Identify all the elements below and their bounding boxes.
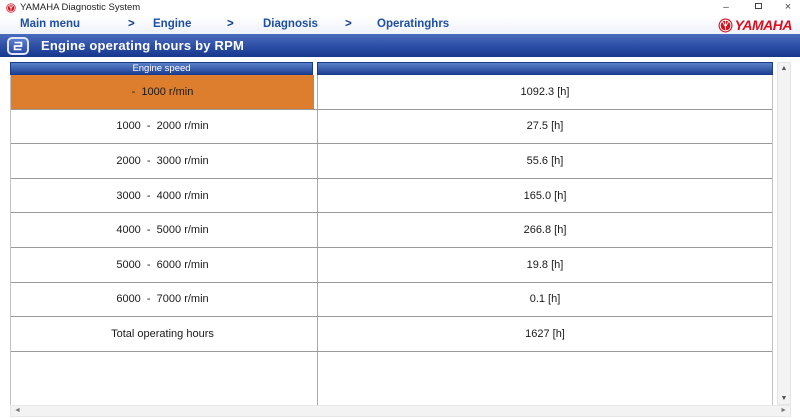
row-value: 165.0 [h] (317, 179, 772, 213)
breadcrumb: Main menu > Engine > Diagnosis > Operati… (0, 16, 800, 34)
empty-label-cell (11, 352, 314, 405)
breadcrumb-main-menu[interactable]: Main menu (20, 18, 80, 30)
table-row-1000-2000[interactable]: 1000 - 2000 r/min 27.5 [h] (11, 110, 772, 145)
scroll-up-icon[interactable]: ▲ (778, 65, 790, 72)
breadcrumb-engine[interactable]: Engine (153, 18, 191, 30)
table-row-3000-4000[interactable]: 3000 - 4000 r/min 165.0 [h] (11, 179, 772, 214)
table-row-total[interactable]: Total operating hours 1627 [h] (11, 317, 772, 352)
row-label: 3000 - 4000 r/min (11, 179, 314, 213)
engine-speed-header: Engine speed (10, 62, 313, 75)
table-header-row: Engine speed (10, 62, 773, 75)
row-value: 55.6 [h] (317, 144, 772, 178)
page-title: Engine operating hours by RPM (41, 38, 244, 53)
titlebar: YAMAHA Diagnostic System – × (0, 0, 800, 16)
minimize-button[interactable]: – (714, 0, 738, 16)
value-column-header (317, 62, 773, 75)
scroll-right-icon[interactable]: ► (780, 407, 787, 414)
breadcrumb-operatinghrs[interactable]: Operatinghrs (377, 18, 449, 30)
horizontal-scrollbar[interactable]: ◄ ► (10, 405, 791, 417)
rpm-hours-table: Engine speed - 1000 r/min 1092.3 [h] 100… (10, 62, 773, 405)
close-button[interactable]: × (776, 0, 800, 16)
row-value: 266.8 [h] (317, 213, 772, 247)
row-label: 6000 - 7000 r/min (11, 283, 314, 317)
page-header: Engine operating hours by RPM (0, 34, 800, 57)
table-empty-area (11, 352, 772, 405)
table-row-2000-3000[interactable]: 2000 - 3000 r/min 55.6 [h] (11, 144, 772, 179)
row-label: 2000 - 3000 r/min (11, 144, 314, 178)
brand-wordmark: YAMAHA (735, 17, 792, 33)
row-label: - 1000 r/min (11, 75, 314, 109)
table-body: - 1000 r/min 1092.3 [h] 1000 - 2000 r/mi… (10, 75, 773, 405)
row-value: 0.1 [h] (317, 283, 772, 317)
empty-value-cell (317, 352, 772, 405)
row-label: 1000 - 2000 r/min (11, 110, 314, 144)
window-title: YAMAHA Diagnostic System (20, 2, 140, 13)
app-logo-icon (6, 3, 16, 13)
row-value: 1092.3 [h] (317, 75, 772, 109)
yamaha-tuning-fork-icon (718, 18, 733, 33)
vertical-scrollbar[interactable]: ▲ ▼ (777, 62, 791, 405)
row-label: Total operating hours (11, 317, 314, 351)
yamaha-brand: YAMAHA (718, 17, 792, 33)
table-row-4000-5000[interactable]: 4000 - 5000 r/min 266.8 [h] (11, 213, 772, 248)
breadcrumb-separator: > (227, 18, 234, 30)
row-label: 4000 - 5000 r/min (11, 213, 314, 247)
breadcrumb-separator: > (128, 18, 135, 30)
row-label: 5000 - 6000 r/min (11, 248, 314, 282)
table-row-0-1000[interactable]: - 1000 r/min 1092.3 [h] (11, 75, 772, 110)
row-value: 19.8 [h] (317, 248, 772, 282)
screen-glyph-icon (7, 37, 29, 55)
table-row-6000-7000[interactable]: 6000 - 7000 r/min 0.1 [h] (11, 283, 772, 318)
restore-button[interactable] (746, 0, 770, 16)
table-row-5000-6000[interactable]: 5000 - 6000 r/min 19.8 [h] (11, 248, 772, 283)
breadcrumb-separator: > (345, 18, 352, 30)
row-value: 27.5 [h] (317, 110, 772, 144)
scroll-down-icon[interactable]: ▼ (778, 395, 790, 402)
breadcrumb-diagnosis[interactable]: Diagnosis (263, 18, 318, 30)
row-value: 1627 [h] (317, 317, 772, 351)
app-window: YAMAHA Diagnostic System – × Main menu >… (0, 0, 800, 418)
scroll-left-icon[interactable]: ◄ (14, 407, 21, 414)
restore-icon (755, 3, 762, 9)
